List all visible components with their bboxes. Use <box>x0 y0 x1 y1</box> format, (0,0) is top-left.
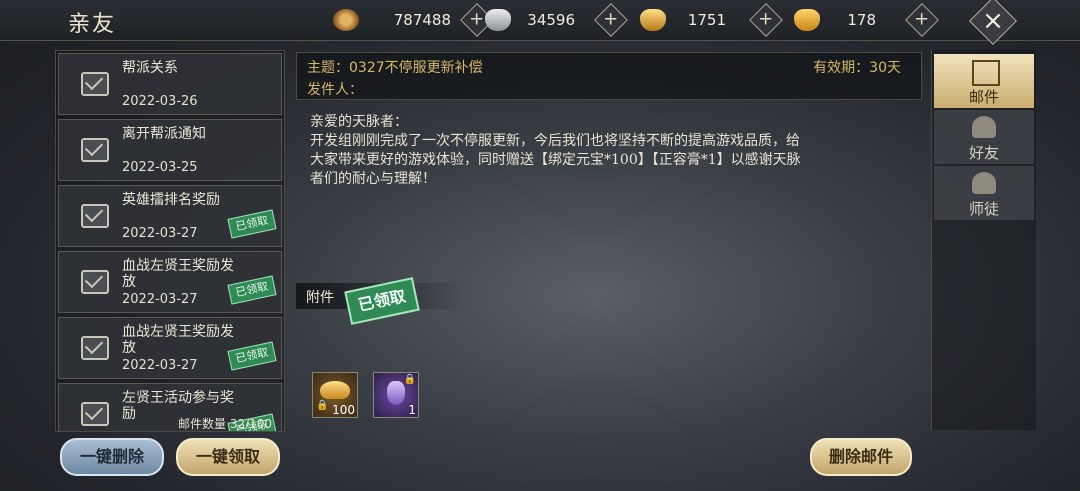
currency-bound-gold: 1751 + <box>640 3 783 37</box>
silver-value: 34596 <box>527 11 575 29</box>
mail-detail: 主题：0327不停服更新补偿 有效期：30天 发件人： 亲爱的天脉者： 开发组刚刚… <box>296 50 924 430</box>
mail-list-item[interactable]: 血战左贤王奖励发放 2022-03-27 已领取 <box>58 317 282 379</box>
mail-sender: 发件人： <box>307 82 363 98</box>
bound-gold-ingot-icon <box>320 381 350 399</box>
mail-list-item[interactable]: 离开帮派通知 2022-03-25 <box>58 119 282 181</box>
mail-date: 2022-03-26 <box>122 94 198 109</box>
mail-title: 离开帮派通知 <box>122 126 206 142</box>
mail-header: 主题：0327不停服更新补偿 有效期：30天 发件人： <box>296 52 922 100</box>
silver-ingot-icon <box>485 9 511 31</box>
envelope-icon <box>81 336 109 360</box>
claimed-stamp: 已领取 <box>227 209 277 239</box>
mail-list: 帮派关系 2022-03-26 离开帮派通知 2022-03-25 英雄擂排名奖… <box>55 50 285 432</box>
mail-validity: 有效期：30天 <box>813 60 901 76</box>
copper-value: 787488 <box>393 11 451 29</box>
mail-date: 2022-03-27 <box>122 358 198 373</box>
mail-date: 2022-03-27 <box>122 292 198 307</box>
attachment-qty: 100 <box>332 403 355 417</box>
mail-title: 帮派关系 <box>122 60 178 76</box>
top-bar: 亲友 787488 + 34596 + 1751 + 178 + × <box>0 0 1080 46</box>
lock-icon: 🔒 <box>316 400 329 411</box>
tab-friends[interactable]: 好友 <box>934 110 1034 164</box>
add-gold-button[interactable]: + <box>905 3 939 37</box>
attachment-qty: 1 <box>408 403 416 417</box>
potion-bottle-icon <box>387 381 405 405</box>
mail-subject: 主题：0327不停服更新补偿 <box>307 60 483 76</box>
mail-title: 英雄擂排名奖励 <box>122 192 220 208</box>
tab-mail[interactable]: 邮件 <box>934 54 1034 108</box>
attachment-item[interactable]: 🔒 1 <box>373 372 419 418</box>
master-apprentice-icon <box>972 172 996 194</box>
envelope-icon <box>81 138 109 162</box>
friend-figure-icon <box>972 116 996 138</box>
gold-ingot-icon <box>794 9 820 31</box>
attachment-label: 附件 <box>306 290 334 306</box>
tab-master-apprentice[interactable]: 师徒 <box>934 166 1034 220</box>
bound-gold-ingot-icon <box>640 9 666 31</box>
mail-date: 2022-03-25 <box>122 160 198 175</box>
add-bound-gold-button[interactable]: + <box>749 3 783 37</box>
gold-value: 178 <box>847 11 876 29</box>
delete-mail-button[interactable]: 删除邮件 <box>810 438 912 476</box>
mail-count: 邮件数量 32/100 <box>178 417 273 431</box>
mail-date: 2022-03-27 <box>122 226 198 241</box>
mail-list-item[interactable]: 帮派关系 2022-03-26 <box>58 53 282 115</box>
envelope-icon <box>81 402 109 426</box>
bound-gold-value: 1751 <box>687 11 726 29</box>
scroll-icon <box>972 60 1000 86</box>
mail-title: 血战左贤王奖励发放 <box>122 324 234 356</box>
close-icon: × <box>982 6 1004 36</box>
attachment-item[interactable]: 🔒 100 <box>312 372 358 418</box>
delete-all-button[interactable]: 一键删除 <box>60 438 164 476</box>
mail-body: 亲爱的天脉者： 开发组刚刚完成了一次不停服更新，今后我们也将坚持不断的提高游戏品质… <box>310 114 801 187</box>
envelope-icon <box>81 72 109 96</box>
envelope-icon <box>81 204 109 228</box>
tab-label: 师徒 <box>968 200 999 218</box>
currency-copper: 787488 + <box>333 3 494 37</box>
mail-title: 血战左贤王奖励发放 <box>122 258 234 290</box>
lock-icon: 🔒 <box>403 374 416 385</box>
add-silver-button[interactable]: + <box>594 3 628 37</box>
tab-label: 邮件 <box>968 88 999 106</box>
close-button[interactable]: × <box>968 0 1018 46</box>
claim-all-button[interactable]: 一键领取 <box>176 438 280 476</box>
copper-coin-icon <box>333 9 359 31</box>
mail-list-item[interactable]: 血战左贤王奖励发放 2022-03-27 已领取 <box>58 251 282 313</box>
currency-silver: 34596 + <box>485 3 628 37</box>
side-tabs: 邮件 好友 师徒 <box>931 50 1036 430</box>
tab-label: 好友 <box>968 144 999 162</box>
currency-gold: 178 + <box>794 3 939 37</box>
page-title: 亲友 <box>68 12 117 37</box>
envelope-icon <box>81 270 109 294</box>
mail-list-item[interactable]: 英雄擂排名奖励 2022-03-27 已领取 <box>58 185 282 247</box>
